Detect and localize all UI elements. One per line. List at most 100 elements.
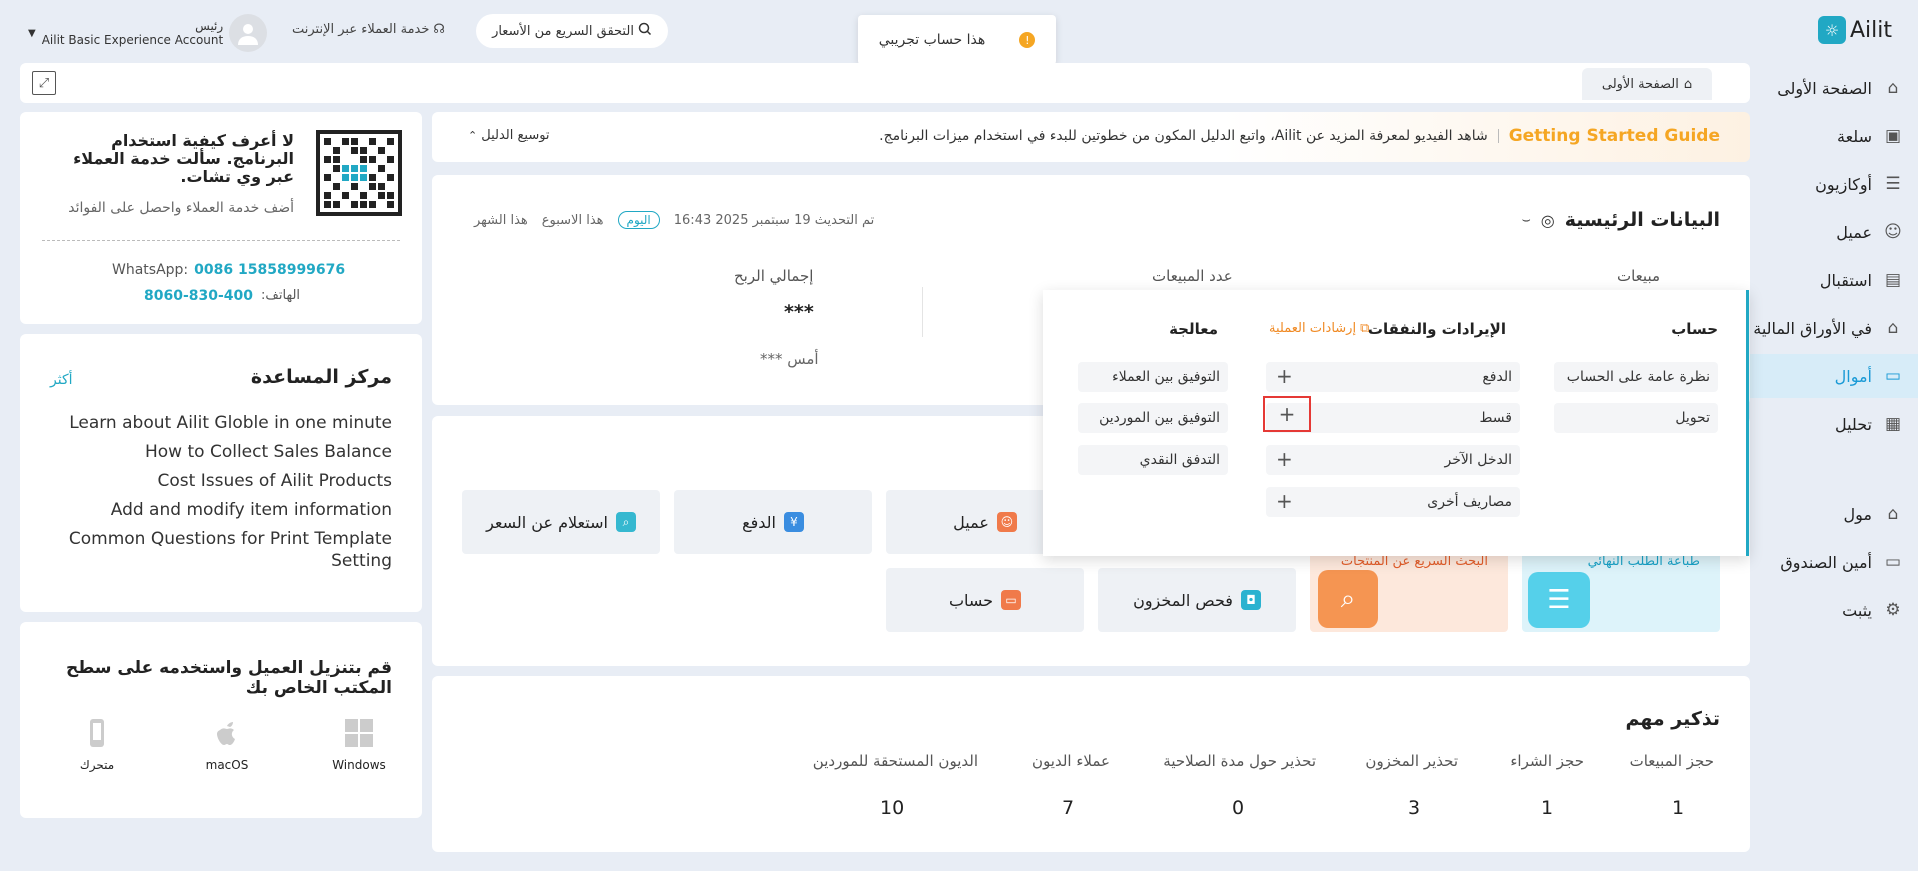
guide-expand-button[interactable]: توسيع الدليل ⌃ — [468, 128, 550, 143]
sidebar-item-receiving[interactable]: ▤ استقبال — [1748, 258, 1918, 302]
add-payment-icon[interactable]: + — [1276, 366, 1293, 386]
tab-bar: ⤢ ⌂ الصفحة الأولى — [20, 63, 1750, 103]
download-title: قم بتنزيل العميل واستخدمه على سطح المكتب… — [65, 658, 392, 698]
eye-hidden-icon[interactable]: ⌣ — [1522, 212, 1531, 228]
menu-supplier-reconciliation[interactable]: التوفيق بين الموردين — [1078, 403, 1228, 433]
reminders-title: تذكير مهم — [1625, 708, 1720, 730]
quick-stock-check-button[interactable]: ◘ فحص المخزون — [1098, 568, 1296, 632]
menu-transfer[interactable]: تحويل — [1554, 403, 1718, 433]
reminder-purchase-reservation-label[interactable]: حجز الشراء — [1510, 752, 1584, 770]
sidebar-item-cashier[interactable]: ▭ أمين الصندوق — [1748, 540, 1918, 584]
download-mobile[interactable]: متحرك — [64, 718, 130, 773]
guide-title: Getting Started Guide — [1508, 126, 1720, 146]
search-icon — [638, 22, 652, 40]
period-week[interactable]: هذا الاسبوع — [542, 213, 604, 228]
windows-icon — [344, 718, 374, 748]
sidebar: ⌂ الصفحة الأولى ▣ سلعة ☰ أوكازيون ☺ عميل ▤ اس… — [1748, 62, 1918, 871]
add-other-expense-icon[interactable]: + — [1276, 491, 1293, 511]
menu-payment[interactable]: الدفع + — [1266, 362, 1520, 392]
qr-code — [316, 130, 402, 216]
metric-sales-label: مبيعات — [1616, 267, 1660, 285]
guide-banner: توسيع الدليل ⌃ Getting Started Guide شاه… — [432, 112, 1750, 162]
online-service-link[interactable]: ☊ خدمة العملاء عبر الإنترنت — [292, 22, 445, 37]
menu-other-expenses[interactable]: مصاريف أخرى + — [1266, 487, 1520, 517]
mobile-icon — [82, 718, 112, 748]
phone-number[interactable]: 8060-830-400 — [144, 288, 253, 304]
wallet-icon: ▭ — [1884, 366, 1902, 386]
sidebar-item-funds[interactable]: ▭ أموال — [1748, 354, 1918, 398]
menu-customer-reconciliation[interactable]: التوفيق بين العملاء — [1078, 362, 1228, 392]
metric-profit-label: إجمالي الربح — [734, 267, 814, 285]
help-more-link[interactable]: أكثر — [50, 372, 73, 388]
help-link[interactable]: Add and modify item information — [62, 499, 392, 521]
app-logo[interactable]: ☼ Ailit — [1818, 16, 1892, 44]
reminder-expiry-warning-label[interactable]: تحذير حول مدة الصلاحية — [1163, 752, 1316, 770]
help-link[interactable]: Learn about Ailit Globle in one minute — [62, 412, 392, 434]
col-account-title: حساب — [1671, 320, 1718, 338]
sidebar-item-home[interactable]: ⌂ الصفحة الأولى — [1748, 66, 1918, 110]
support-headline: لا أعرف كيفية استخدام البرنامج. سألت خدم… — [73, 131, 294, 186]
menu-account-overview[interactable]: نظرة عامة على الحساب — [1554, 362, 1718, 392]
sidebar-item-goods[interactable]: ▣ سلعة — [1748, 114, 1918, 158]
support-subtitle: أضف خدمة العملاء واحصل على الفوائد — [68, 200, 294, 216]
menu-other-income[interactable]: الدخل الآخر + — [1266, 445, 1520, 475]
period-month[interactable]: هذا الشهر — [474, 213, 528, 228]
fullscreen-button[interactable]: ⤢ — [32, 71, 56, 95]
help-link[interactable]: How to Collect Sales Balance — [62, 441, 392, 463]
reminder-expiry-warning-value[interactable]: 0 — [1232, 797, 1244, 819]
chevron-up-icon: ⌃ — [468, 129, 478, 142]
process-guide-link[interactable]: ⧉ إرشادات العملية — [1269, 321, 1369, 336]
reminder-stock-warning-label[interactable]: تحذير المخزون — [1365, 752, 1458, 770]
account-menu[interactable]: ▼ رئيس Ailit Basic Experience Account — [28, 12, 268, 54]
reminder-supplier-debts-label[interactable]: الديون المستحقة للموردين — [813, 752, 978, 770]
gear-icon: ⚙ — [1885, 600, 1901, 620]
monitor-icon: ▭ — [1884, 552, 1902, 572]
magnifier-icon: ⌕ — [1318, 570, 1378, 628]
sidebar-item-analysis[interactable]: ▦ تحليل — [1748, 402, 1918, 446]
bag-icon: ▣ — [1884, 126, 1902, 146]
sidebar-item-sale[interactable]: ☰ أوكازيون — [1748, 162, 1918, 206]
download-macos[interactable]: macOS — [194, 718, 260, 773]
add-other-income-icon[interactable]: + — [1276, 449, 1293, 469]
help-link[interactable]: Common Questions for Print Template Sett… — [62, 528, 392, 572]
sidebar-item-customer[interactable]: ☺ عميل — [1748, 210, 1918, 254]
quick-price-inquiry-button[interactable]: ⌕ استعلام عن السعر — [462, 490, 660, 554]
reminder-sales-reservation-label[interactable]: حجز المبيعات — [1630, 752, 1714, 770]
menu-cash-flow[interactable]: التدفق النقدي — [1078, 445, 1228, 475]
warning-icon: ! — [1019, 32, 1036, 48]
add-installment-button[interactable]: + — [1263, 396, 1311, 432]
price-check-button[interactable]: التحقق السريع من الأسعار — [476, 14, 668, 48]
quick-payment-button[interactable]: ¥ الدفع — [674, 490, 872, 554]
chevron-down-icon: ▼ — [28, 27, 36, 39]
download-windows[interactable]: Windows — [326, 718, 392, 773]
period-today[interactable]: اليوم — [617, 211, 660, 229]
reminder-supplier-debts-value[interactable]: 10 — [880, 797, 904, 819]
whatsapp-number[interactable]: 0086 15858999676 — [194, 262, 345, 278]
price-tag-icon: ⌕ — [615, 512, 636, 532]
reminder-stock-warning-value[interactable]: 3 — [1408, 797, 1420, 819]
help-link[interactable]: Cost Issues of Ailit Products — [62, 470, 392, 492]
col-processing-title: معالجة — [1169, 320, 1218, 338]
support-card: لا أعرف كيفية استخدام البرنامج. سألت خدم… — [20, 112, 422, 324]
metric-profit-value: *** — [784, 301, 814, 323]
reminder-purchase-reservation-value[interactable]: 1 — [1541, 797, 1553, 819]
tab-home[interactable]: ⌂ الصفحة الأولى — [1582, 68, 1712, 100]
headset-icon: ☊ — [433, 22, 445, 37]
reminder-sales-reservation-value[interactable]: 1 — [1672, 797, 1684, 819]
metric-divider — [922, 287, 923, 337]
expand-icon: ⤢ — [38, 75, 50, 91]
quick-account-button[interactable]: ▭ حساب — [886, 568, 1084, 632]
home-icon: ⌂ — [1887, 78, 1899, 98]
account-name: رئيس — [195, 19, 224, 33]
trial-notice-toast: ! هذا حساب تجريبي — [858, 15, 1056, 65]
menu-installment[interactable]: قسط + — [1263, 396, 1520, 433]
reminder-debt-customers-label[interactable]: عملاء الديون — [1032, 752, 1110, 770]
customer-icon: ☺ — [996, 512, 1017, 532]
document-icon: ☰ — [1528, 572, 1590, 628]
sidebar-item-mall[interactable]: ⌂ مول — [1748, 492, 1918, 536]
home-icon: ⌂ — [1683, 76, 1693, 92]
sidebar-item-stock[interactable]: ⌂ في الأوراق المالية — [1748, 306, 1918, 350]
settings-icon[interactable]: ◎ — [1541, 211, 1555, 230]
reminder-debt-customers-value[interactable]: 7 — [1062, 797, 1074, 819]
sidebar-item-settings[interactable]: ⚙ يثبت — [1748, 588, 1918, 632]
